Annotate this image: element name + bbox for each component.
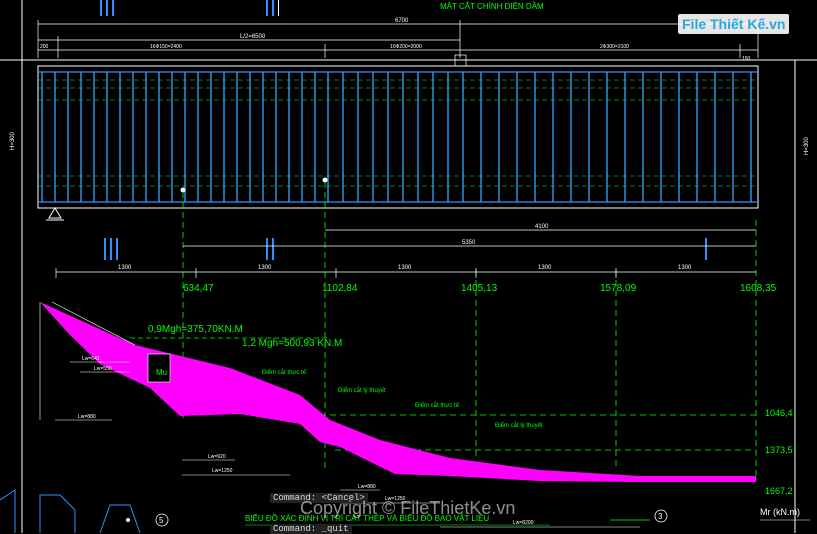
- span-dim-label: 1300: [258, 265, 272, 271]
- moment-label: 1608,35: [740, 283, 777, 294]
- dim-seg2: 10Ф200=2000: [390, 44, 422, 50]
- cut-lines: [182, 182, 757, 480]
- section-mark-mid-center: [266, 238, 274, 260]
- cut-point-label: Điểm cắt thực tế: [415, 402, 460, 409]
- dim-height-left: H=300: [10, 131, 16, 150]
- dim-left-end: 200: [40, 44, 49, 50]
- section-mark-top-left: [100, 0, 114, 16]
- section-mark-mid-right: [705, 238, 707, 260]
- circle-mark-3-label: 3: [658, 512, 663, 521]
- right-value-3: 1667,2: [765, 486, 793, 496]
- span-dim-label: 1300: [398, 265, 412, 271]
- small-dim-label: Lw=920: [208, 454, 226, 460]
- watermark: Copyright © FileThietKe.vn: [300, 498, 516, 518]
- formula-1.2mgh: 1,2 Mgh=500,93 KN.M: [242, 338, 342, 349]
- span-dim-label: 1300: [538, 265, 552, 271]
- stirrup-group: [41, 72, 752, 202]
- moment-labels: 634,47 1102,84 1405,13 1578,09 1608,35: [183, 283, 777, 294]
- right-value-2: 1373,5: [765, 445, 793, 455]
- small-dim-label: Lw=880: [358, 484, 376, 490]
- dim-overall: 6700: [395, 18, 409, 24]
- dim-right-end: 150: [742, 56, 751, 62]
- span-dimensions: 1300 1300 1300 1300 1300: [118, 265, 692, 271]
- small-dim-label: Lw=641: [82, 356, 100, 362]
- unit-axis-label: Mr (kN.m): [760, 507, 800, 517]
- cut-point-label: Điểm cắt thực tế: [262, 369, 307, 376]
- dim-height-right: H=300: [804, 136, 810, 155]
- moment-label: 1405,13: [461, 283, 498, 294]
- circle-mark-5-label: 5: [159, 516, 164, 525]
- moment-label: 634,47: [183, 283, 214, 294]
- section-mark-top-mid: [266, 0, 279, 16]
- dim-half-span: L/2=6500: [240, 34, 266, 40]
- cut-point-label: Điểm cắt lý thuyết: [338, 387, 386, 394]
- dim-seg3: 2Ф300=2100: [600, 44, 629, 50]
- dimension-lines-top: [37, 20, 759, 67]
- cut-point-label: Điểm cắt lý thuyết: [495, 422, 543, 429]
- right-value-1: 1046,4: [765, 408, 793, 418]
- small-dim-label: Lw=1250: [212, 468, 233, 474]
- section-mark-mid-left: [104, 238, 118, 260]
- site-logo: File Thiết Kế.vn: [678, 14, 790, 34]
- title-top: MẶT CẮT CHÍNH DIỆN DẦM: [440, 1, 544, 11]
- moment-label: 1578,09: [600, 283, 637, 294]
- formula-0.9mgh: 0,9Mgh=375,70KN.M: [148, 324, 243, 335]
- small-dim-label: Lw=550: [94, 366, 112, 372]
- span-dim-label: 1300: [118, 265, 132, 271]
- dim-5350: 5350: [462, 240, 476, 246]
- moment-diagram: [39, 301, 756, 528]
- moment-label: 1102,84: [322, 283, 358, 294]
- cad-drawing-canvas[interactable]: 6700 L/2=6500 200 16Ф150=2400 10Ф200=200…: [0, 0, 817, 533]
- small-dim-label: Lw=880: [78, 414, 96, 420]
- dim-seg1: 16Ф150=2400: [150, 44, 182, 50]
- detail-sketch-bottom-left: [0, 489, 141, 533]
- m-symbol: Mu: [156, 368, 167, 377]
- span-dim-label: 1300: [678, 265, 692, 271]
- beam-supports: [46, 177, 328, 221]
- dim-4100: 4100: [535, 224, 549, 230]
